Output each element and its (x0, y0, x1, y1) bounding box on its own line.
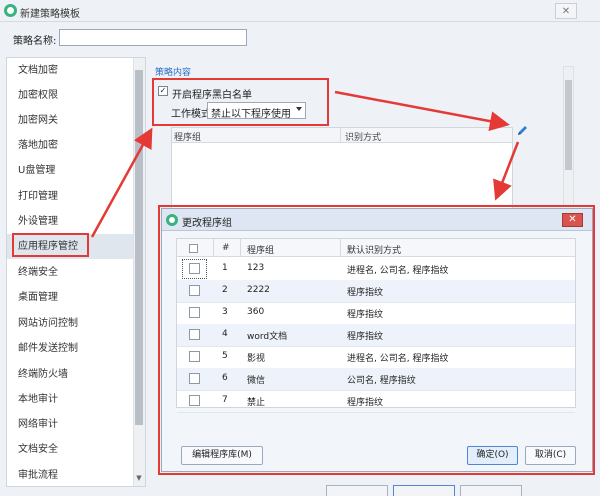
sidebar: 文档加密 加密权限 加密网关 落地加密 U盘管理 打印管理 外设管理 应用程序管… (6, 57, 146, 487)
sidebar-item-desktop[interactable]: 桌面管理 (7, 285, 135, 310)
sidebar-item-endpoint-security[interactable]: 终端安全 (7, 260, 135, 285)
sidebar-item-approval[interactable]: 审批流程 (7, 463, 135, 488)
sidebar-item-doc-security[interactable]: 文档安全 (7, 437, 135, 462)
annotation-box-settings (152, 78, 329, 126)
sidebar-item-local-audit[interactable]: 本地审计 (7, 387, 135, 412)
column-divider (340, 128, 341, 143)
window-title: 新建策略模板 (20, 9, 80, 20)
sidebar-item-usb[interactable]: U盘管理 (7, 158, 135, 183)
app-logo-icon (4, 4, 17, 17)
sidebar-item-encrypt-gateway[interactable]: 加密网关 (7, 108, 135, 133)
sidebar-item-mail-control[interactable]: 邮件发送控制 (7, 336, 135, 361)
main-button-stub[interactable] (393, 485, 455, 496)
window-close-button[interactable]: ✕ (555, 3, 577, 19)
sidebar-item-encrypt-permission[interactable]: 加密权限 (7, 83, 135, 108)
annotation-box-sidebar (12, 233, 89, 257)
sidebar-item-doc-encrypt[interactable]: 文档加密 (7, 58, 135, 83)
main-button-stub[interactable] (460, 485, 522, 496)
content-scroll-thumb[interactable] (565, 80, 572, 170)
annotation-box-dialog (158, 205, 595, 475)
sidebar-item-peripheral[interactable]: 外设管理 (7, 209, 135, 234)
sidebar-item-firewall[interactable]: 终端防火墙 (7, 362, 135, 387)
window-titlebar: 新建策略模板 (0, 0, 600, 22)
annotation-arrow-2 (334, 90, 510, 132)
main-button-stub[interactable] (326, 485, 388, 496)
scroll-down-arrow-icon[interactable]: ▼ (134, 474, 144, 484)
sidebar-item-print[interactable]: 打印管理 (7, 184, 135, 209)
column-header-method: 识别方式 (345, 133, 382, 143)
pencil-icon[interactable] (515, 125, 531, 137)
sidebar-item-landing-encrypt[interactable]: 落地加密 (7, 133, 135, 158)
sidebar-item-network-audit[interactable]: 网络审计 (7, 412, 135, 437)
policy-name-label: 策略名称: (13, 36, 57, 47)
program-group-table-header (172, 128, 512, 143)
column-header-group: 程序组 (174, 133, 202, 143)
section-title: 策略内容 (155, 68, 192, 78)
sidebar-scroll-thumb[interactable] (135, 70, 143, 425)
sidebar-item-web-access[interactable]: 网站访问控制 (7, 311, 135, 336)
policy-name-input[interactable] (59, 29, 247, 46)
